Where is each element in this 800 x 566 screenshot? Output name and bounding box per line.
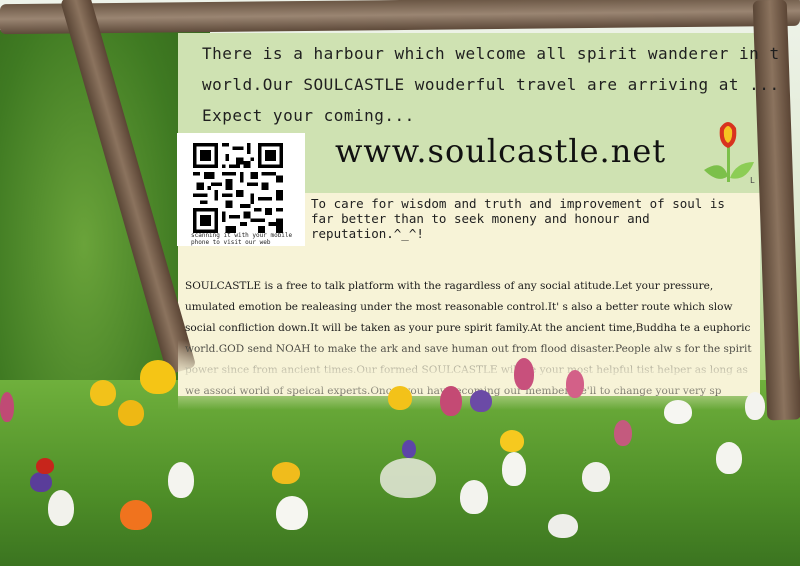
yellow-daffodil <box>118 400 144 426</box>
white-tulip <box>664 400 692 424</box>
white-tulip <box>745 392 765 420</box>
yellow-daffodil <box>90 380 116 406</box>
white-blossom <box>380 458 436 498</box>
website-url[interactable]: www.soulcastle.net <box>335 132 666 170</box>
red-flower <box>36 458 54 474</box>
white-tulip <box>502 452 526 486</box>
pink-tulip <box>0 392 14 422</box>
flowers-group <box>0 330 800 566</box>
white-tulip <box>716 442 742 474</box>
white-tulip <box>168 462 194 498</box>
purple-iris <box>30 472 52 492</box>
motto-text: To care for wisdom and truth and improve… <box>311 196 725 241</box>
pink-tulip <box>566 370 584 398</box>
yellow-daffodil <box>388 386 412 410</box>
qr-code-icon[interactable] <box>193 143 283 233</box>
white-tulip <box>48 490 74 526</box>
white-tulip <box>582 462 610 492</box>
pink-tulip <box>440 386 462 416</box>
intro-line: There is a harbour which welcome all spi… <box>202 44 780 63</box>
pink-tulip <box>614 420 632 446</box>
white-tulip <box>460 480 488 514</box>
white-blossom <box>548 514 578 538</box>
pink-tulip <box>514 358 534 390</box>
purple-iris <box>470 390 492 412</box>
purple-iris <box>402 440 416 458</box>
yellow-daffodil <box>272 462 300 484</box>
tulip-logo-icon <box>704 122 754 182</box>
intro-line: Expect your coming... <box>202 106 415 125</box>
yellow-daffodil <box>140 360 176 394</box>
qr-caption: scanning it with your mobile phone to vi… <box>191 232 293 246</box>
intro-line: world.Our SOULCASTLE wouderful travel ar… <box>202 75 780 94</box>
yellow-daffodil <box>500 430 524 452</box>
orange-flower <box>120 500 152 530</box>
white-tulip <box>276 496 308 530</box>
